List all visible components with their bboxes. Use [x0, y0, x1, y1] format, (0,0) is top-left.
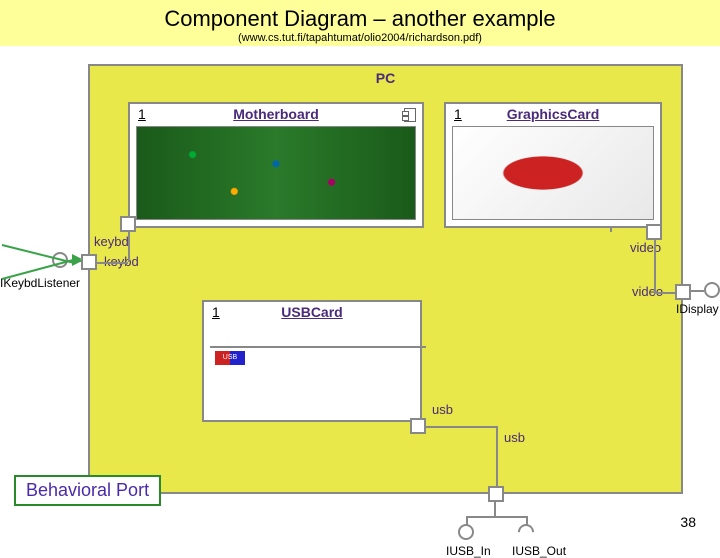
delegate-usb-v [496, 426, 498, 490]
label-video-inner: video [630, 240, 661, 255]
port-usb-outer [488, 486, 504, 502]
usb-name: USBCard [281, 304, 342, 320]
component-icon [404, 108, 416, 122]
label-ikeybd: IKeybdListener [0, 276, 80, 290]
pc-label: PC [376, 70, 395, 86]
callout-arrowhead-2 [72, 256, 82, 266]
port-usb-inner [410, 418, 426, 434]
port-keybd-inner [120, 216, 136, 232]
graphics-name: GraphicsCard [507, 106, 600, 122]
port-video-inner [646, 224, 662, 240]
label-iusbout: IUSB_Out [512, 544, 566, 558]
idisplay-ball [704, 282, 720, 298]
pc-component: PC 1 Motherboard 1 GraphicsCard 1 USBCar… [88, 64, 683, 494]
port-keybd-outer [81, 254, 97, 270]
delegate-video-v [654, 240, 656, 292]
slide-title: Component Diagram – another example [0, 6, 720, 32]
graphics-multiplicity: 1 [446, 104, 470, 124]
iusb-stem [494, 500, 496, 516]
label-usb-outer: usb [504, 430, 525, 445]
usb-image: USB [210, 346, 426, 348]
graphics-image [452, 126, 654, 220]
motherboard-header: 1 Motherboard [130, 104, 422, 126]
delegate-keybd-v [128, 232, 130, 262]
motherboard-multiplicity: 1 [130, 104, 154, 124]
diagram-canvas: PC 1 Motherboard 1 GraphicsCard 1 USBCar… [0, 58, 720, 508]
motherboard-image [136, 126, 416, 220]
motherboard-name: Motherboard [233, 106, 319, 122]
graphicscard-component: 1 GraphicsCard [444, 102, 662, 228]
slide-header: Component Diagram – another example (www… [0, 0, 720, 46]
motherboard-component: 1 Motherboard [128, 102, 424, 228]
usbcard-component: 1 USBCard USB [202, 300, 422, 422]
iusb-split [466, 516, 526, 518]
label-idisplay: IDisplay [676, 302, 719, 316]
slide-subtitle: (www.cs.tut.fi/tapahtumat/olio2004/richa… [0, 32, 720, 44]
iusbin-ball [458, 524, 474, 540]
usb-logo: USB [215, 351, 245, 365]
port-video-outer [675, 284, 691, 300]
usb-header: 1 USBCard [204, 302, 420, 324]
page-number: 38 [680, 514, 696, 530]
label-usb-inner: usb [432, 402, 453, 417]
delegate-usb-h [426, 426, 496, 428]
usb-multiplicity: 1 [204, 302, 228, 322]
label-iusbin: IUSB_In [446, 544, 491, 558]
behavioral-port-callout: Behavioral Port [14, 475, 161, 506]
label-keybd-inner: keybd [94, 234, 129, 249]
graphics-header: 1 GraphicsCard [446, 104, 660, 126]
